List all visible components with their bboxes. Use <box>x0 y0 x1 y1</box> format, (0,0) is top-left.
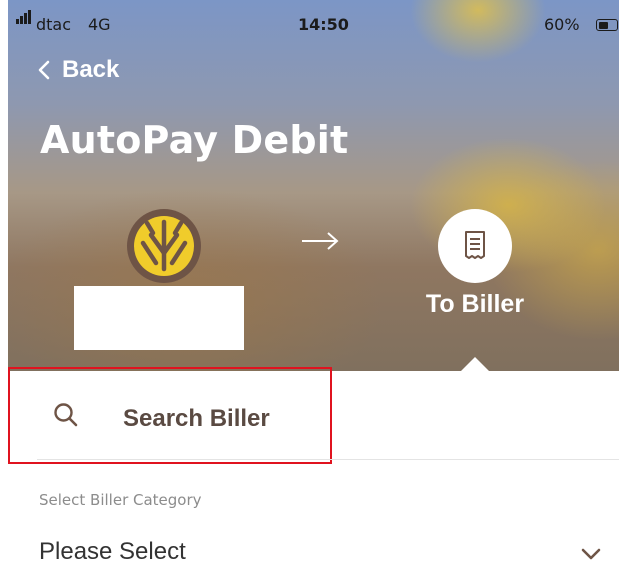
receipt-icon <box>465 231 485 259</box>
carrier-name: dtac <box>36 15 72 34</box>
battery-icon <box>596 19 618 31</box>
back-label: Back <box>62 56 120 83</box>
search-icon <box>54 403 78 427</box>
category-selected-value: Please Select <box>39 538 186 565</box>
back-button[interactable]: Back <box>38 56 119 84</box>
status-bar: dtac 4G 14:50 60% <box>8 0 619 42</box>
arrow-right-icon <box>302 232 339 250</box>
autopay-debit-screen: dtac 4G 14:50 60% Back AutoPay Debit To … <box>0 0 619 585</box>
chevron-left-icon <box>38 60 50 80</box>
network-type: 4G <box>88 15 111 34</box>
page-title: AutoPay Debit <box>40 118 349 162</box>
chevron-down-icon <box>581 548 601 560</box>
bank-logo <box>127 209 201 283</box>
selected-step-indicator <box>460 357 490 372</box>
category-label: Select Biller Category <box>39 491 202 509</box>
to-biller-label: To Biller <box>425 290 525 318</box>
category-select[interactable]: Please Select <box>37 530 612 574</box>
biller-step <box>438 209 512 283</box>
battery-level <box>598 21 609 29</box>
account-name-redacted <box>74 286 244 350</box>
search-biller-label: Search Biller <box>123 405 270 432</box>
divider <box>37 459 619 460</box>
clock: 14:50 <box>298 15 349 34</box>
search-biller-button[interactable]: Search Biller <box>8 367 332 464</box>
battery-percent: 60% <box>544 15 580 34</box>
